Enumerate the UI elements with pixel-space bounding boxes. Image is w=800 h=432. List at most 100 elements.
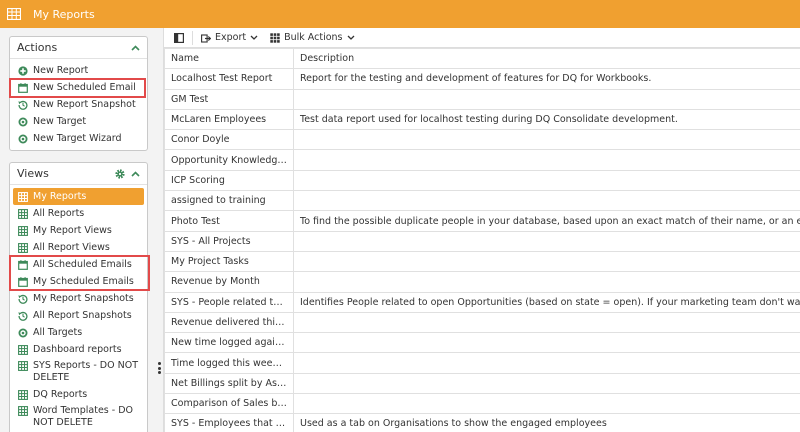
report-name-cell[interactable]: Photo Test [164, 210, 294, 232]
report-description-cell [293, 250, 800, 273]
target-icon [18, 134, 28, 144]
table-row[interactable]: McLaren Employees Test data report used f… [164, 108, 800, 131]
view-all-report-snapshots[interactable]: All Report Snapshots [13, 307, 144, 324]
view-my-report-snapshots[interactable]: My Report Snapshots [13, 290, 144, 307]
view-all-report-views[interactable]: All Report Views [13, 239, 144, 256]
view-dashboard-reports[interactable]: Dashboard reports [13, 341, 144, 358]
actions-panel-header[interactable]: Actions [10, 37, 147, 59]
action-new-report[interactable]: New Report [13, 62, 144, 79]
calendar-icon [18, 276, 28, 287]
report-name-cell[interactable]: SYS - People related to ... [164, 291, 294, 313]
action-label: New Report [33, 65, 89, 76]
view-my-scheduled-emails[interactable]: My Scheduled Emails [13, 273, 144, 290]
grid-icon [18, 389, 28, 400]
view-label: All Scheduled Emails [33, 259, 132, 270]
bulk-actions-label: Bulk Actions [284, 32, 343, 43]
report-name-cell[interactable]: Time logged this week a... [164, 352, 294, 374]
panel-splitter-handle[interactable] [157, 362, 161, 374]
action-label: New Target Wizard [33, 133, 122, 144]
table-row[interactable]: SYS - All Projects [164, 230, 800, 252]
report-description-cell [293, 169, 800, 192]
column-header-description[interactable]: Description [293, 47, 800, 70]
table-row[interactable]: GM Test [164, 88, 800, 110]
report-name-cell[interactable]: ICP Scoring [164, 169, 294, 192]
report-name-cell[interactable]: Revenue delivered this p... [164, 311, 294, 334]
table-row[interactable]: Conor Doyle [164, 129, 800, 151]
table-row[interactable]: New time logged against... [164, 332, 800, 354]
view-label: SYS Reports - DO NOT DELETE [33, 360, 138, 383]
view-dq-reports[interactable]: DQ Reports [13, 386, 144, 403]
table-row[interactable]: Revenue delivered this p... [164, 311, 800, 334]
report-name-cell[interactable]: Net Billings split by Assi... [164, 372, 294, 395]
report-description-cell [293, 129, 800, 151]
view-my-report-views[interactable]: My Report Views [13, 222, 144, 239]
table-row[interactable]: assigned to training [164, 190, 800, 212]
column-header-name[interactable]: Name [164, 47, 294, 70]
view-all-scheduled-emails[interactable]: All Scheduled Emails [13, 256, 144, 273]
report-name-cell[interactable]: Localhost Test Report [164, 68, 294, 90]
target-icon [18, 117, 28, 127]
toolbar-divider [192, 30, 193, 45]
sidebar: Actions New Report New Scheduled Email N… [0, 28, 157, 432]
gear-icon[interactable] [115, 168, 125, 179]
report-description-cell: Identifies People related to open Opport… [293, 291, 800, 313]
view-all-reports[interactable]: All Reports [13, 205, 144, 222]
view-label: My Report Snapshots [33, 293, 134, 304]
export-label: Export [215, 32, 247, 43]
table-row[interactable]: My Project Tasks [164, 250, 800, 273]
report-name-cell[interactable]: SYS - All Projects [164, 230, 294, 252]
action-label: New Target [33, 116, 87, 127]
report-name-cell[interactable]: Opportunity Knowledge ... [164, 149, 294, 171]
report-name-cell[interactable]: New time logged against... [164, 332, 294, 354]
chevron-up-icon[interactable] [131, 170, 140, 177]
report-name-cell[interactable]: GM Test [164, 88, 294, 110]
report-name-cell[interactable]: Conor Doyle [164, 129, 294, 151]
view-label: DQ Reports [33, 389, 88, 400]
table-row[interactable]: Localhost Test Report Report for the test… [164, 68, 800, 90]
report-name-cell[interactable]: McLaren Employees [164, 108, 294, 131]
table-row[interactable]: Time logged this week a... [164, 352, 800, 374]
report-name-cell[interactable]: assigned to training [164, 190, 294, 212]
view-word-templates[interactable]: Word Templates - DO NOT DELETE [13, 403, 144, 431]
grid-icon [18, 191, 28, 202]
action-new-target[interactable]: New Target [13, 113, 144, 130]
export-button[interactable]: Export [197, 29, 262, 47]
action-new-target-wizard[interactable]: New Target Wizard [13, 130, 144, 147]
toggle-sidebar-button[interactable] [170, 29, 188, 47]
view-label: My Reports [33, 191, 87, 202]
view-label: My Report Views [33, 225, 112, 236]
chevron-up-icon[interactable] [131, 44, 140, 51]
view-my-reports[interactable]: My Reports [13, 188, 144, 205]
bulk-actions-button[interactable]: Bulk Actions [266, 29, 358, 47]
report-name-cell[interactable]: SYS - Employees that ha... [164, 413, 294, 432]
report-description-cell: Report for the testing and development o… [293, 68, 800, 90]
table-grid-icon [0, 0, 28, 28]
table-row[interactable]: Revenue by Month [164, 271, 800, 293]
view-sys-reports[interactable]: SYS Reports - DO NOT DELETE [13, 358, 144, 386]
history-icon [18, 100, 28, 110]
calendar-icon [18, 259, 28, 270]
table-row[interactable]: ICP Scoring [164, 169, 800, 192]
report-description-cell [293, 88, 800, 110]
grid-icon [18, 361, 28, 371]
report-name-cell[interactable]: Comparison of Sales by ... [164, 393, 294, 415]
app-header: My Reports [0, 0, 800, 28]
view-all-targets[interactable]: All Targets [13, 324, 144, 341]
table-row[interactable]: Net Billings split by Assi... [164, 372, 800, 395]
report-description-cell [293, 393, 800, 415]
action-label: New Report Snapshot [33, 99, 136, 110]
action-new-report-snapshot[interactable]: New Report Snapshot [13, 96, 144, 113]
plus-circle-icon [18, 65, 28, 76]
report-name-cell[interactable]: Revenue by Month [164, 271, 294, 293]
report-description-cell [293, 230, 800, 252]
table-row[interactable]: Comparison of Sales by ... [164, 393, 800, 415]
table-row[interactable]: Photo Test To find the possible duplicate… [164, 210, 800, 232]
views-panel-header[interactable]: Views [10, 163, 147, 185]
table-header-row: Name Description [164, 47, 800, 70]
actions-panel-title: Actions [17, 41, 58, 54]
table-row[interactable]: Opportunity Knowledge ... [164, 149, 800, 171]
table-row[interactable]: SYS - Employees that ha... Used as a tab … [164, 413, 800, 432]
table-row[interactable]: SYS - People related to ... Identifies Pe… [164, 291, 800, 313]
action-new-scheduled-email[interactable]: New Scheduled Email [13, 79, 144, 96]
report-name-cell[interactable]: My Project Tasks [164, 250, 294, 273]
